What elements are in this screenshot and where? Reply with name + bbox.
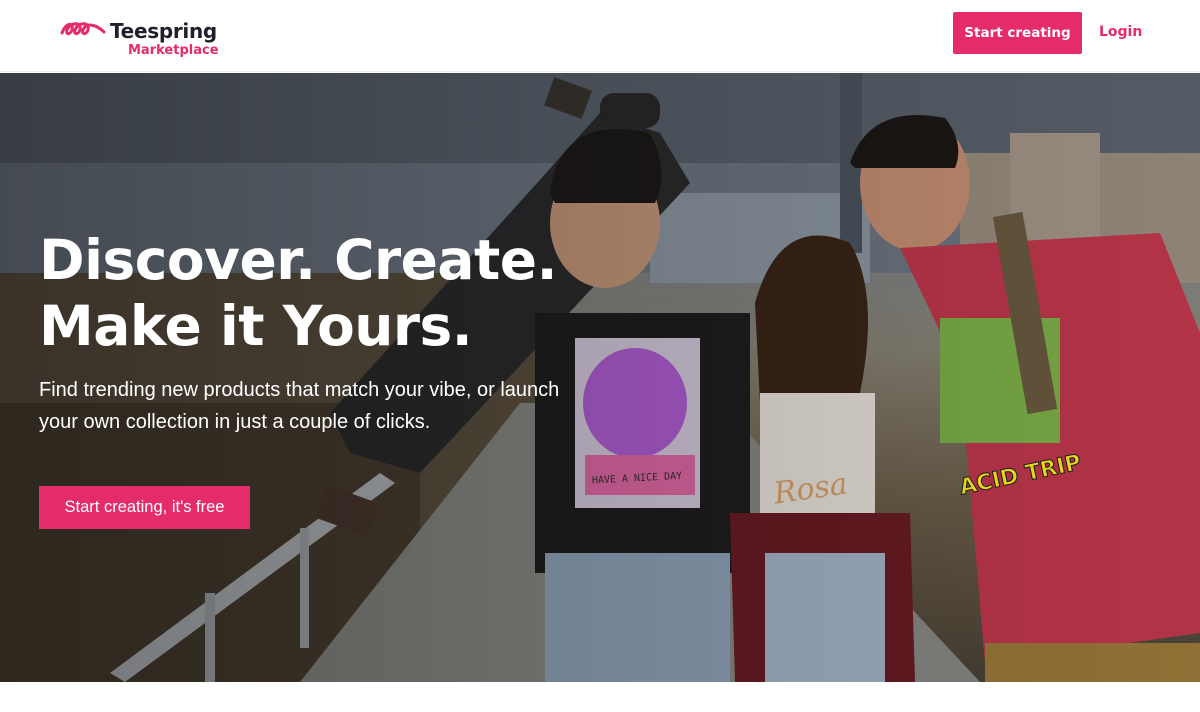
- shirt-print-rosa: Rosa: [771, 467, 850, 512]
- shirt-prints: HAVE A NICE DAY Rosa ACID TRIP: [592, 450, 1084, 512]
- page-below-hero: [0, 682, 1200, 712]
- teespring-loops-icon: [60, 22, 106, 36]
- start-creating-button[interactable]: Start creating: [953, 12, 1082, 54]
- shirt-print-have-a-nice-day: HAVE A NICE DAY: [592, 471, 683, 487]
- hero-banner: Discover. Create. Make it Yours. Find tr…: [0, 73, 1200, 682]
- logo-wordmark: Teespring: [110, 19, 217, 43]
- login-link[interactable]: Login: [1099, 24, 1142, 42]
- logo-subtitle: Marketplace: [128, 43, 219, 58]
- top-navigation-bar: Teespring Marketplace Start creating Log…: [0, 0, 1200, 72]
- shirt-print-acid-trip: ACID TRIP: [957, 450, 1083, 500]
- teespring-logo[interactable]: Teespring Marketplace: [60, 16, 230, 60]
